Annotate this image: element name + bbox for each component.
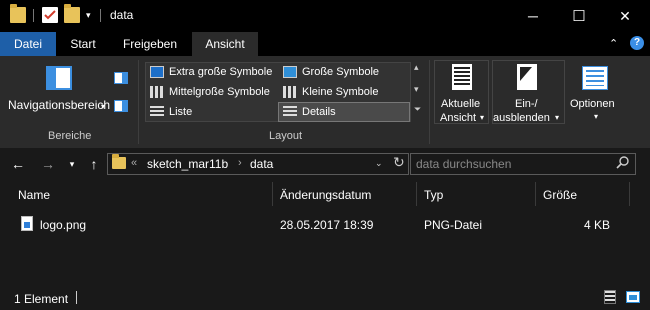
status-bar — [0, 287, 650, 310]
layout-selected-highlight — [278, 102, 410, 122]
layout-medium-icons[interactable]: Mittelgroße Symbole — [169, 86, 270, 98]
column-divider[interactable] — [629, 182, 630, 206]
breadcrumb-current[interactable]: data — [250, 157, 273, 171]
column-divider[interactable] — [535, 182, 536, 206]
back-button[interactable]: ← — [8, 155, 28, 173]
show-hide-label-2: ausblenden — [493, 112, 550, 124]
folder-icon — [10, 4, 26, 23]
small-icons-icon — [283, 86, 297, 98]
layout-small-icons[interactable]: Kleine Symbole — [302, 86, 378, 98]
layout-large-icons[interactable]: Große Symbole — [302, 66, 379, 78]
current-view-icon — [452, 64, 472, 90]
search-icon[interactable] — [616, 155, 630, 172]
layout-extra-large-icons[interactable]: Extra große Symbole — [169, 66, 272, 78]
breadcrumb-separator-icon[interactable]: › — [238, 157, 242, 169]
column-header-size[interactable]: Größe — [543, 188, 577, 202]
forward-button[interactable]: → — [38, 155, 58, 173]
breadcrumb-parent[interactable]: sketch_mar11b — [147, 157, 228, 171]
file-size: 4 KB — [583, 218, 610, 232]
chevron-down-icon[interactable]: ▾ — [594, 112, 598, 121]
details-pane-icon[interactable] — [114, 100, 128, 112]
large-icons-toggle-icon[interactable] — [626, 291, 640, 303]
divider — [100, 9, 101, 22]
layout-details[interactable]: Details — [302, 106, 336, 118]
show-hide-icon — [517, 64, 537, 90]
file-name[interactable]: logo.png — [40, 218, 86, 232]
chevron-down-icon: ▾ — [555, 113, 560, 122]
chevron-down-icon[interactable]: ▾ — [101, 102, 105, 111]
help-icon[interactable]: ? — [630, 36, 644, 50]
column-divider[interactable] — [416, 182, 417, 206]
tab-start[interactable]: Start — [58, 32, 108, 56]
minimize-button[interactable]: ─ — [510, 0, 556, 32]
new-folder-icon[interactable] — [64, 4, 80, 23]
current-view-label-1: Aktuelle — [441, 98, 481, 110]
extra-large-icons-icon — [150, 66, 164, 78]
group-label-panes: Bereiche — [48, 130, 92, 142]
maximize-button[interactable]: ☐ — [556, 0, 602, 32]
divider — [76, 291, 77, 304]
show-hide-label-1: Ein-/ — [515, 98, 538, 110]
folder-icon — [112, 154, 126, 169]
close-button[interactable]: ✕ — [602, 0, 648, 32]
group-divider — [429, 60, 430, 144]
layout-list[interactable]: Liste — [169, 106, 192, 118]
file-type: PNG-Datei — [424, 218, 483, 232]
details-view-toggle-icon[interactable] — [604, 290, 616, 304]
group-divider — [138, 60, 139, 144]
details-view-icon — [283, 106, 297, 118]
preview-pane-icon[interactable] — [114, 72, 128, 84]
tab-view[interactable]: Ansicht — [192, 32, 258, 56]
properties-icon[interactable] — [42, 7, 58, 23]
item-count: 1 Element — [14, 292, 69, 306]
customize-quick-access-icon[interactable]: ▾ — [86, 10, 91, 21]
refresh-icon[interactable]: ↻ — [393, 154, 405, 171]
column-divider[interactable] — [272, 182, 273, 206]
gallery-scroll-down-icon[interactable]: ▾ — [414, 84, 419, 95]
gallery-expand-icon[interactable]: ⏷ — [414, 104, 421, 115]
list-icon — [150, 106, 164, 118]
divider — [33, 9, 34, 22]
tab-file[interactable]: Datei — [0, 32, 56, 56]
options-icon — [582, 66, 608, 90]
navigation-pane-button[interactable]: Navigationsbereich — [8, 98, 110, 112]
search-input[interactable]: data durchsuchen — [416, 157, 511, 171]
options-button[interactable]: Optionen — [570, 98, 615, 110]
collapse-ribbon-icon[interactable]: ⌃ — [609, 37, 618, 50]
breadcrumb-overflow[interactable]: « — [131, 157, 137, 169]
chevron-down-icon: ▾ — [480, 113, 485, 122]
current-view-label-2: Ansicht — [440, 112, 477, 124]
column-header-modified[interactable]: Änderungsdatum — [280, 188, 371, 202]
column-header-type[interactable]: Typ — [424, 188, 443, 202]
group-label-layout: Layout — [269, 130, 303, 142]
png-file-icon — [21, 216, 33, 231]
address-history-icon[interactable]: ⌄ — [375, 158, 383, 169]
column-header-name[interactable]: Name — [18, 188, 50, 202]
up-button[interactable]: ↑ — [84, 155, 104, 173]
file-modified: 28.05.2017 18:39 — [280, 218, 374, 232]
gallery-scroll-up-icon[interactable]: ▴ — [414, 62, 419, 73]
navigation-pane-icon — [46, 66, 72, 90]
medium-icons-icon — [150, 86, 164, 98]
window-title: data — [110, 8, 134, 22]
large-icons-icon — [283, 66, 297, 78]
tab-share[interactable]: Freigeben — [110, 32, 190, 56]
recent-locations-icon[interactable]: ▾ — [62, 155, 82, 173]
